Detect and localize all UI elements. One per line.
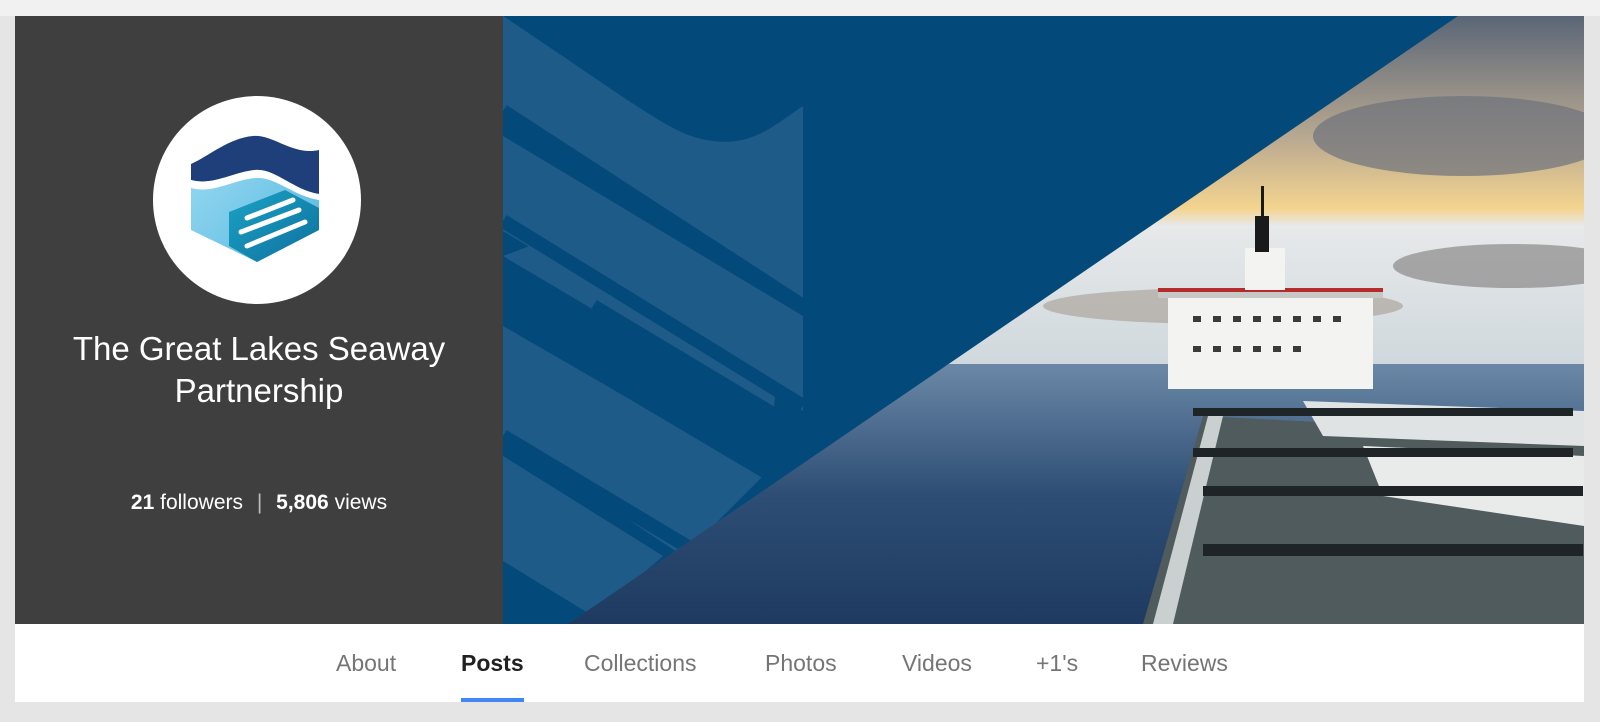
stats-separator: | [256, 491, 263, 514]
active-tab-indicator [461, 698, 524, 702]
tab-plus-ones[interactable]: +1's [1036, 624, 1078, 702]
profile-panel: The Great Lakes Seaway Partnership 21 fo… [15, 16, 503, 624]
tab-about[interactable]: About [336, 624, 396, 702]
profile-header-card: The Great Lakes Seaway Partnership 21 fo… [15, 16, 1584, 702]
tab-posts-label: Posts [461, 650, 524, 676]
views-count: 5,806 [276, 491, 329, 514]
top-strip [0, 0, 1600, 16]
tab-posts[interactable]: Posts [461, 624, 524, 702]
tab-photos[interactable]: Photos [765, 624, 837, 702]
followers-label: followers [160, 491, 243, 514]
profile-tabs: About Posts Collections Photos Videos +1… [15, 624, 1584, 702]
partnership-logo-icon [191, 135, 319, 262]
cover-image [503, 16, 1584, 624]
cover-photo [503, 16, 1584, 624]
tab-videos[interactable]: Videos [902, 624, 972, 702]
profile-stats: 21 followers | 5,806 views [15, 490, 503, 516]
tab-collections[interactable]: Collections [584, 624, 697, 702]
page-title: The Great Lakes Seaway Partnership [72, 330, 446, 409]
tab-reviews[interactable]: Reviews [1141, 624, 1228, 702]
followers-count: 21 [130, 491, 155, 514]
views-label: views [334, 491, 388, 514]
avatar[interactable] [153, 96, 361, 304]
